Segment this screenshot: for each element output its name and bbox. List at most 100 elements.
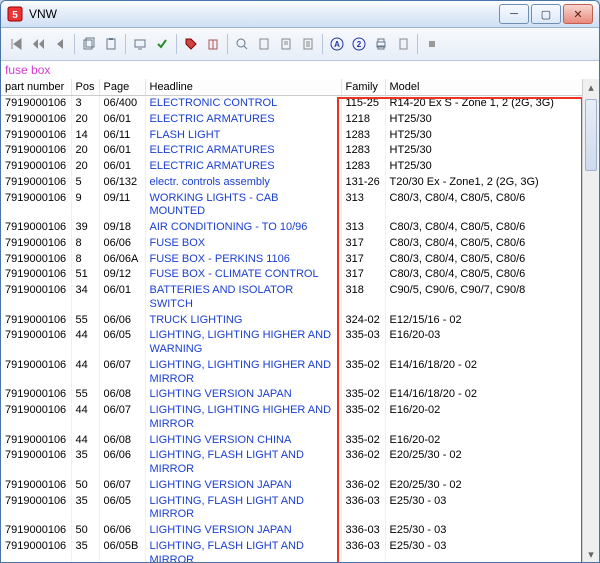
cell-page: 09/11	[99, 191, 145, 221]
table-row[interactable]: 79190001065506/08LIGHTING VERSION JAPAN3…	[1, 387, 583, 403]
circle-a-icon[interactable]: A	[326, 33, 348, 55]
table-row[interactable]: 79190001064406/08LIGHTING VERSION CHINA3…	[1, 433, 583, 449]
check-icon[interactable]	[151, 33, 173, 55]
cell-model: HT25/30	[385, 128, 583, 144]
nav-back-icon[interactable]	[49, 33, 71, 55]
scroll-thumb[interactable]	[585, 99, 597, 171]
maximize-button[interactable]: ▢	[531, 4, 561, 24]
doc1-icon[interactable]	[253, 33, 275, 55]
table-row[interactable]: 79190001062006/01ELECTRIC ARMATURES1218H…	[1, 112, 583, 128]
cell-headline[interactable]: FUSE BOX - PERKINS 1106	[145, 252, 341, 268]
nav-prev-icon[interactable]	[27, 33, 49, 55]
table-row[interactable]: 79190001065006/06LIGHTING VERSION JAPAN3…	[1, 523, 583, 539]
doc3-icon[interactable]	[297, 33, 319, 55]
cell-page: 06/08	[99, 433, 145, 449]
table-row[interactable]: 79190001064406/05LIGHTING, LIGHTING HIGH…	[1, 328, 583, 358]
cell-headline[interactable]: WORKING LIGHTS - CAB MOUNTED	[145, 191, 341, 221]
cell-headline[interactable]: LIGHTING VERSION CHINA	[145, 433, 341, 449]
cell-headline[interactable]: LIGHTING VERSION JAPAN	[145, 387, 341, 403]
cell-family: 335-03	[341, 328, 385, 358]
monitor-icon[interactable]	[129, 33, 151, 55]
cell-headline[interactable]: FUSE BOX	[145, 236, 341, 252]
cell-headline[interactable]: LIGHTING, LIGHTING HIGHER AND MIRROR	[145, 358, 341, 388]
circle-2-icon[interactable]: 2	[348, 33, 370, 55]
table-row[interactable]: 79190001062006/01ELECTRIC ARMATURES1283H…	[1, 159, 583, 175]
table-header-row: part number Pos Page Headline Family Mod…	[1, 79, 583, 96]
table-row[interactable]: 79190001065506/06TRUCK LIGHTING324-02E12…	[1, 313, 583, 329]
table-row[interactable]: 7919000106306/400ELECTRONIC CONTROL115-2…	[1, 96, 583, 112]
scroll-down-icon[interactable]: ▾	[583, 546, 599, 562]
cell-part-number: 7919000106	[1, 387, 71, 403]
cell-headline[interactable]: AIR CONDITIONING - TO 10/96	[145, 220, 341, 236]
cell-page: 06/05	[99, 494, 145, 524]
scroll-up-icon[interactable]: ▴	[583, 79, 599, 95]
vertical-scrollbar[interactable]: ▴ ▾	[582, 79, 599, 562]
cell-headline[interactable]: ELECTRIC ARMATURES	[145, 159, 341, 175]
cell-headline[interactable]: ELECTRIC ARMATURES	[145, 112, 341, 128]
tag-icon[interactable]	[180, 33, 202, 55]
table-row[interactable]: 79190001063506/05BLIGHTING, FLASH LIGHT …	[1, 539, 583, 562]
paste-icon[interactable]	[100, 33, 122, 55]
print-icon[interactable]	[370, 33, 392, 55]
cell-part-number: 7919000106	[1, 143, 71, 159]
stop-icon[interactable]	[421, 33, 443, 55]
toolbar: A 2	[1, 28, 599, 61]
col-part-number[interactable]: part number	[1, 79, 71, 96]
app-window: 5 VNW ─ ▢ ✕ A 2 fuse box	[0, 0, 600, 563]
cell-page: 06/05B	[99, 539, 145, 562]
table-row[interactable]: 79190001062006/01ELECTRIC ARMATURES1283H…	[1, 143, 583, 159]
cell-model: C80/3, C80/4, C80/5, C80/6	[385, 252, 583, 268]
minimize-button[interactable]: ─	[499, 4, 529, 24]
cell-model: T20/30 Ex - Zone1, 2 (2G, 3G)	[385, 175, 583, 191]
table-row[interactable]: 7919000106909/11WORKING LIGHTS - CAB MOU…	[1, 191, 583, 221]
table-row[interactable]: 79190001063909/18AIR CONDITIONING - TO 1…	[1, 220, 583, 236]
copy-icon[interactable]	[78, 33, 100, 55]
cell-headline[interactable]: LIGHTING, FLASH LIGHT AND MIRROR	[145, 448, 341, 478]
cell-headline[interactable]: ELECTRONIC CONTROL	[145, 96, 341, 112]
table-row[interactable]: 79190001065006/07LIGHTING VERSION JAPAN3…	[1, 478, 583, 494]
col-pos[interactable]: Pos	[71, 79, 99, 96]
cell-page: 09/12	[99, 267, 145, 283]
cell-model: R14-20 Ex S - Zone 1, 2 (2G, 3G)	[385, 96, 583, 112]
table-row[interactable]: 7919000106506/132electr. controls assemb…	[1, 175, 583, 191]
cell-headline[interactable]: LIGHTING, LIGHTING HIGHER AND MIRROR	[145, 403, 341, 433]
table-row[interactable]: 79190001061406/11FLASH LIGHT1283HT25/30	[1, 128, 583, 144]
cell-headline[interactable]: electr. controls assembly	[145, 175, 341, 191]
table-row[interactable]: 79190001063506/06LIGHTING, FLASH LIGHT A…	[1, 448, 583, 478]
cell-part-number: 7919000106	[1, 433, 71, 449]
col-headline[interactable]: Headline	[145, 79, 341, 96]
table-row[interactable]: 7919000106806/06FUSE BOX317C80/3, C80/4,…	[1, 236, 583, 252]
nav-first-icon[interactable]	[5, 33, 27, 55]
cell-headline[interactable]: LIGHTING, LIGHTING HIGHER AND WARNING	[145, 328, 341, 358]
close-button[interactable]: ✕	[563, 4, 593, 24]
page-icon[interactable]	[392, 33, 414, 55]
cell-page: 06/06	[99, 313, 145, 329]
cell-headline[interactable]: LIGHTING, FLASH LIGHT AND MIRROR	[145, 494, 341, 524]
cell-headline[interactable]: LIGHTING VERSION JAPAN	[145, 523, 341, 539]
col-model[interactable]: Model	[385, 79, 583, 96]
cell-headline[interactable]: FUSE BOX - CLIMATE CONTROL	[145, 267, 341, 283]
cell-headline[interactable]: LIGHTING VERSION JAPAN	[145, 478, 341, 494]
col-page[interactable]: Page	[99, 79, 145, 96]
cell-part-number: 7919000106	[1, 403, 71, 433]
cell-page: 06/01	[99, 143, 145, 159]
cell-pos: 51	[71, 267, 99, 283]
table-row[interactable]: 79190001063406/01BATTERIES AND ISOLATOR …	[1, 283, 583, 313]
cell-headline[interactable]: ELECTRIC ARMATURES	[145, 143, 341, 159]
cell-page: 06/07	[99, 403, 145, 433]
book-icon[interactable]	[202, 33, 224, 55]
table-row[interactable]: 7919000106806/06AFUSE BOX - PERKINS 1106…	[1, 252, 583, 268]
col-family[interactable]: Family	[341, 79, 385, 96]
cell-headline[interactable]: TRUCK LIGHTING	[145, 313, 341, 329]
cell-headline[interactable]: FLASH LIGHT	[145, 128, 341, 144]
doc2-icon[interactable]	[275, 33, 297, 55]
cell-pos: 8	[71, 252, 99, 268]
cell-headline[interactable]: BATTERIES AND ISOLATOR SWITCH	[145, 283, 341, 313]
table-row[interactable]: 79190001064406/07LIGHTING, LIGHTING HIGH…	[1, 358, 583, 388]
table-row[interactable]: 79190001065109/12FUSE BOX - CLIMATE CONT…	[1, 267, 583, 283]
cell-headline[interactable]: LIGHTING, FLASH LIGHT AND MIRROR	[145, 539, 341, 562]
search-icon[interactable]	[231, 33, 253, 55]
scroll-track[interactable]	[583, 95, 599, 546]
table-row[interactable]: 79190001063506/05LIGHTING, FLASH LIGHT A…	[1, 494, 583, 524]
table-row[interactable]: 79190001064406/07LIGHTING, LIGHTING HIGH…	[1, 403, 583, 433]
